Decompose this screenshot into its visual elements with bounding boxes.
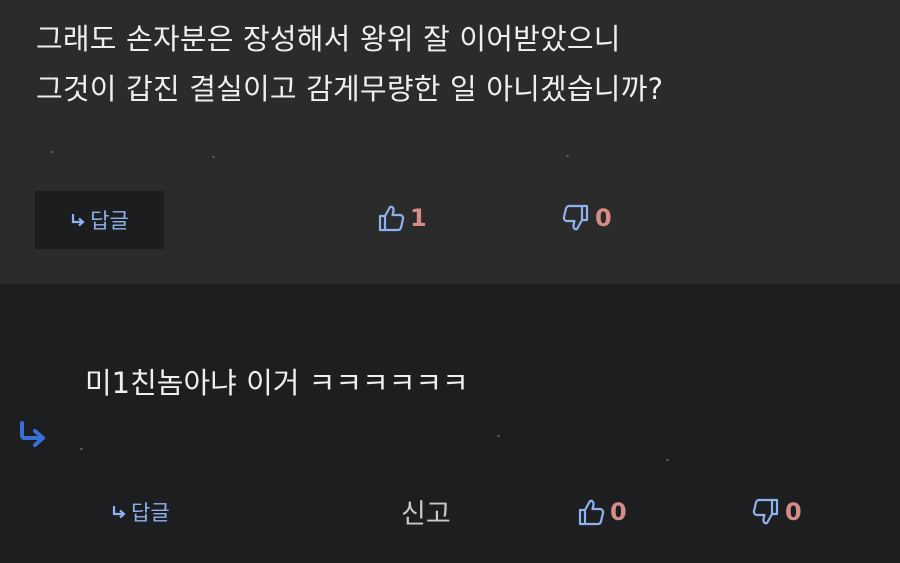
reply-button[interactable]: 답글 <box>111 497 170 527</box>
speck <box>566 155 569 157</box>
dislike-count: 0 <box>785 498 802 526</box>
dislike-button[interactable]: 0 <box>561 203 612 233</box>
speck <box>666 459 669 461</box>
comment-body-2: 미1친놈아냐 이거 ㅋㅋㅋㅋㅋㅋ <box>85 366 469 400</box>
speck <box>497 435 500 437</box>
reply-label: 답글 <box>90 209 129 233</box>
comment-line: 그래도 손자분은 장성해서 왕위 잘 이어받았으니 <box>36 22 621 56</box>
like-count: 0 <box>610 498 627 526</box>
like-button[interactable]: 0 <box>576 497 627 527</box>
dislike-count: 0 <box>595 204 612 232</box>
comment-line: 그것이 갑진 결실이고 감게무량한 일 아니겠습니까? <box>36 72 664 106</box>
speck <box>50 151 53 153</box>
reply-arrow-icon <box>112 506 126 519</box>
report-button[interactable]: 신고 <box>401 492 451 531</box>
comment-card-1: 그래도 손자분은 장성해서 왕위 잘 이어받았으니 그것이 갑진 결실이고 감게… <box>0 0 900 284</box>
thumbs-up-icon <box>378 205 405 232</box>
speck <box>212 156 215 158</box>
comment-body-1: 그래도 손자분은 장성해서 왕위 잘 이어받았으니 그것이 갑진 결실이고 감게… <box>36 14 886 114</box>
speck <box>80 448 83 450</box>
nested-reply-arrow-icon <box>20 421 45 447</box>
reply-arrow-icon <box>72 214 85 227</box>
dislike-button[interactable]: 0 <box>751 497 802 527</box>
thumbs-down-icon <box>752 498 779 525</box>
thumbs-down-icon <box>562 204 589 231</box>
thumbs-up-icon <box>578 499 605 526</box>
like-button[interactable]: 1 <box>376 203 427 233</box>
reply-label: 답글 <box>131 501 170 525</box>
like-count: 1 <box>410 204 427 232</box>
reply-button[interactable]: 답글 <box>35 191 164 249</box>
